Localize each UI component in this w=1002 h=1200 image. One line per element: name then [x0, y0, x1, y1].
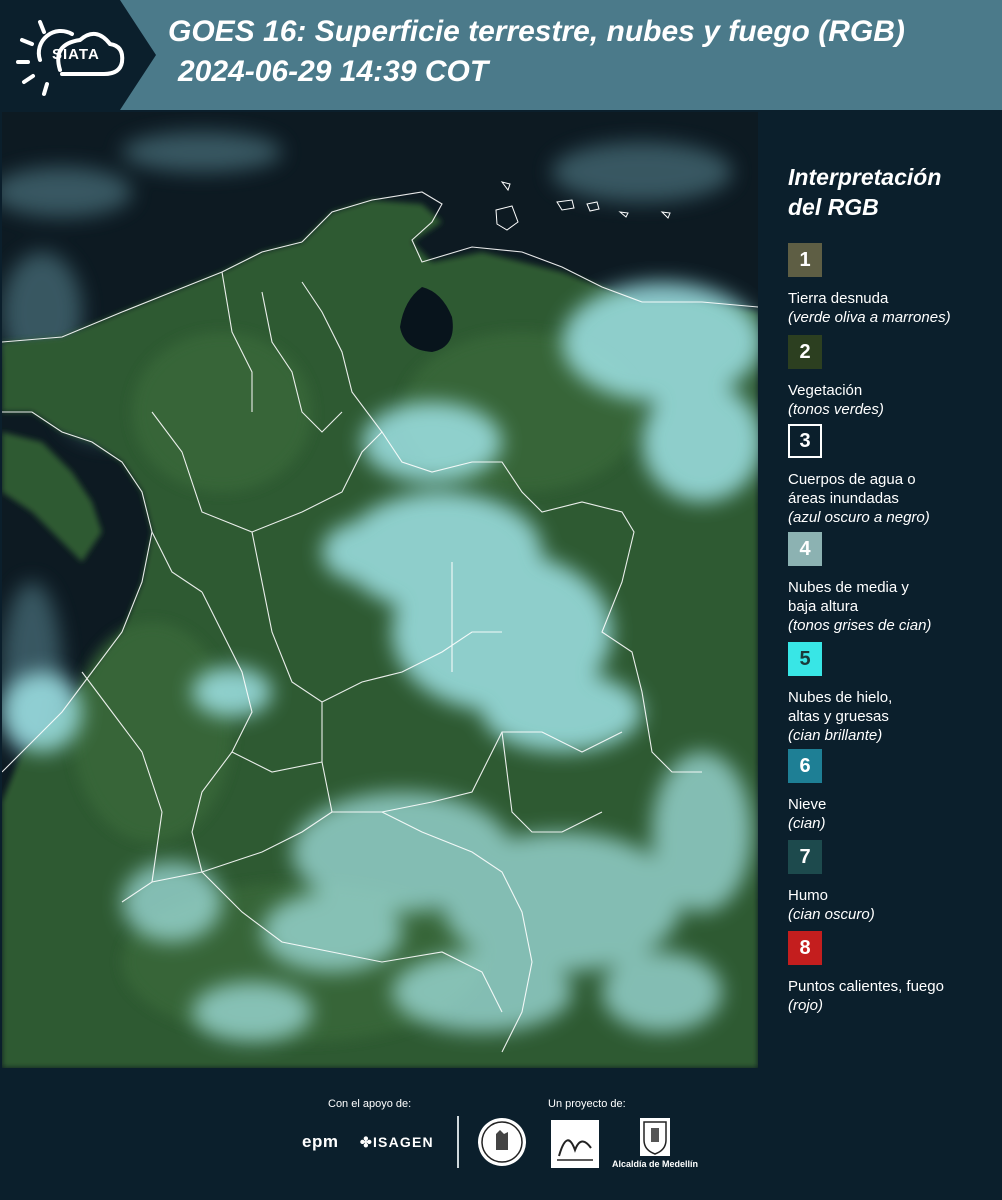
legend-item-4: 4 Nubes de media y baja altura (tonos gris… [788, 532, 993, 635]
area-metropolitana-logo [551, 1120, 599, 1168]
logo-text: SIATA [52, 46, 100, 63]
legend-item-8: 8 Puntos calientes, fuego (rojo) [788, 931, 993, 1015]
legend-item-note: (tonos grises de cian) [788, 617, 932, 634]
legend-item-note: (tonos verdes) [788, 401, 884, 418]
legend-swatch: 4 [788, 532, 822, 566]
legend-item-note: (cian brillante) [788, 727, 883, 744]
footer: Con el apoyo de: Un proyecto de: epm ✤IS… [0, 1070, 1002, 1200]
area-script-icon [557, 1139, 593, 1161]
footer-divider [457, 1116, 459, 1168]
hand-emblem-icon [481, 1121, 523, 1163]
isagen-logo: ✤ISAGEN [360, 1134, 434, 1150]
legend-item-label: Tierra desnuda [788, 290, 889, 307]
legend-swatch: 5 [788, 642, 822, 676]
legend-swatch: 2 [788, 335, 822, 369]
siata-logo: SIATA [0, 0, 150, 110]
legend-swatch: 3 [788, 424, 822, 458]
legend-item-label: Puntos calientes, fuego [788, 978, 944, 995]
rgb-legend: Interpretación del RGB [788, 162, 993, 222]
legend-swatch: 7 [788, 840, 822, 874]
legend-item-note: (cian oscuro) [788, 906, 875, 923]
legend-item-label: Nubes de hielo, altas y gruesas [788, 689, 893, 725]
legend-item-3: 3 Cuerpos de agua o áreas inundadas (azul … [788, 424, 993, 527]
legend-item-label: Cuerpos de agua o áreas inundadas [788, 471, 916, 507]
legend-item-label: Nubes de media y baja altura [788, 579, 909, 615]
legend-item-7: 7 Humo (cian oscuro) [788, 840, 993, 924]
legend-item-label: Nieve [788, 796, 827, 813]
legend-title: Interpretación del RGB [788, 164, 942, 220]
shield-icon [643, 1121, 667, 1155]
legend-swatch: 8 [788, 931, 822, 965]
legend-swatch: 6 [788, 749, 822, 783]
university-emblem-icon [478, 1118, 526, 1166]
medellin-label: Alcaldía de Medellín [612, 1159, 699, 1169]
legend-item-2: 2 Vegetación (tonos verdes) [788, 335, 993, 419]
satellite-map [2, 112, 758, 1068]
isagen-text: ISAGEN [372, 1134, 434, 1150]
legend-item-1: 1 Tierra desnuda (verde oliva a marrones) [788, 243, 993, 327]
legend-item-note: (rojo) [788, 997, 824, 1014]
legend-item-label: Humo [788, 887, 829, 904]
legend-item-note: (azul oscuro a negro) [788, 509, 930, 526]
legend-item-5: 5 Nubes de hielo, altas y gruesas (cian br… [788, 642, 993, 745]
satellite-rgb-image [2, 112, 758, 1068]
header-bar: SIATA GOES 16: Superficie terrestre, nub… [0, 0, 1002, 110]
page-title: GOES 16: Superficie terrestre, nubes y f… [168, 15, 905, 48]
legend-item-6: 6 Nieve (cian) [788, 749, 993, 833]
project-label: Un proyecto de: [548, 1098, 626, 1110]
support-label: Con el apoyo de: [328, 1098, 412, 1110]
page-timestamp: 2024-06-29 14:39 COT [178, 55, 489, 88]
legend-item-note: (cian) [788, 815, 826, 832]
epm-logo: epm [302, 1132, 339, 1151]
legend-swatch: 1 [788, 243, 822, 277]
legend-item-note: (verde oliva a marrones) [788, 309, 951, 326]
legend-item-label: Vegetación [788, 382, 863, 399]
medellin-shield-icon [640, 1118, 670, 1156]
